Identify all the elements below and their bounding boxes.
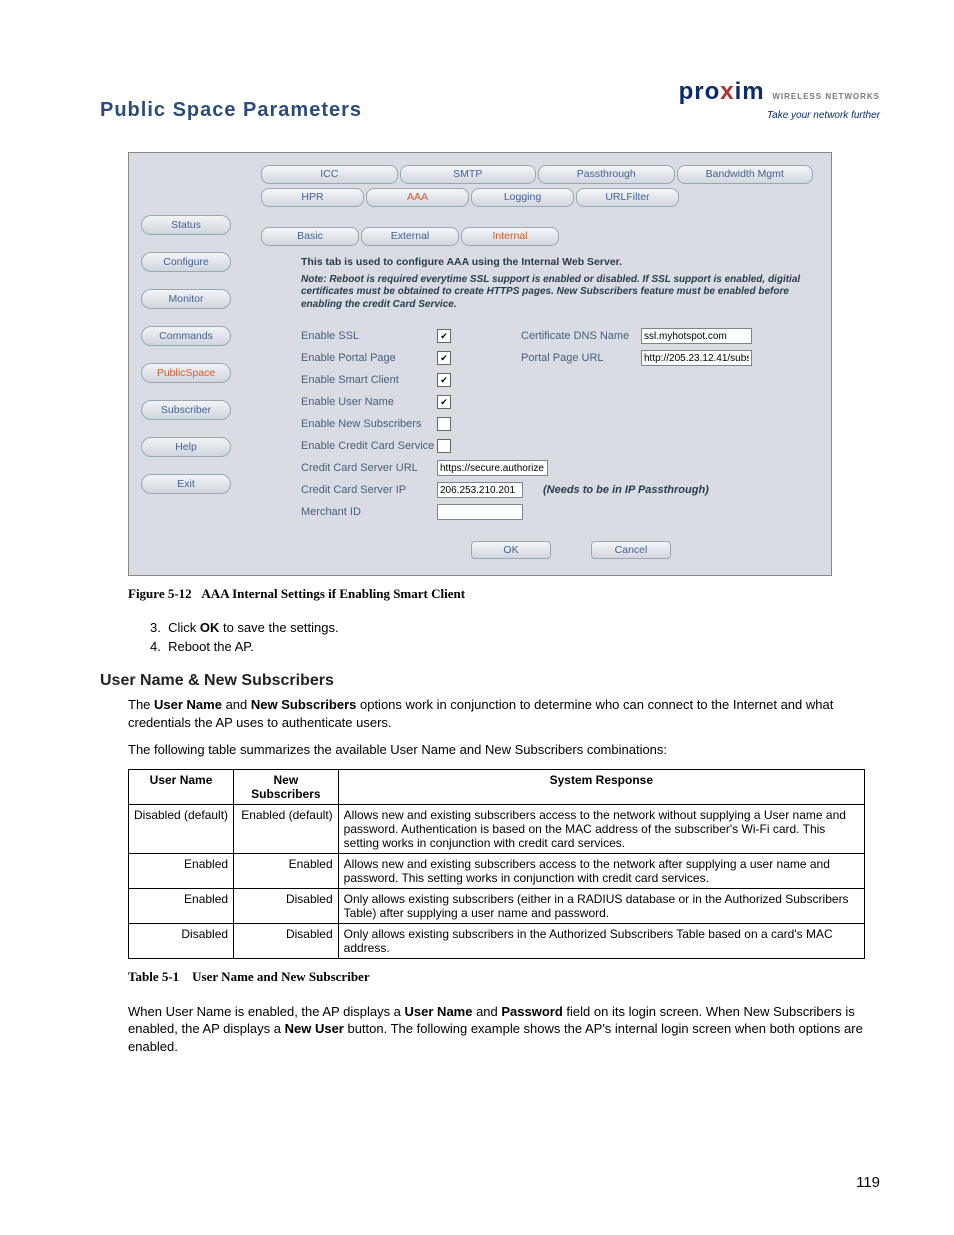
- tab-warning: Note: Reboot is required everytime SSL s…: [301, 274, 815, 312]
- para-2: The following table summarizes the avail…: [128, 741, 880, 759]
- tab-urlfilter[interactable]: URLFilter: [576, 188, 679, 207]
- table-row: DisabledDisabledOnly allows existing sub…: [129, 923, 865, 958]
- page-number: 119: [856, 1174, 880, 1191]
- tab-icc[interactable]: ICC: [261, 165, 398, 184]
- tab-bandwidth-mgmt[interactable]: Bandwidth Mgmt: [677, 165, 814, 184]
- nav-subscriber[interactable]: Subscriber: [141, 400, 231, 420]
- tab-hpr[interactable]: HPR: [261, 188, 364, 207]
- checkbox-enable-ssl[interactable]: ✔: [437, 329, 451, 343]
- step-list: 3. Click OK to save the settings. 4. Reb…: [150, 620, 880, 654]
- tab-passthrough[interactable]: Passthrough: [538, 165, 675, 184]
- section-heading: User Name & New Subscribers: [100, 672, 880, 690]
- tab-intro: This tab is used to configure AAA using …: [301, 256, 815, 268]
- cc-url-input[interactable]: [437, 460, 548, 476]
- checkbox-enable-user-name[interactable]: ✔: [437, 395, 451, 409]
- checkbox-enable-new-subscribers[interactable]: [437, 417, 451, 431]
- tab-internal[interactable]: Internal: [461, 227, 559, 246]
- brand-logo: proxim WIRELESS NETWORKS Take your netwo…: [679, 78, 880, 122]
- label-enable-new-subscribers: Enable New Subscribers: [301, 418, 437, 430]
- th-new-subscribers: New Subscribers: [234, 769, 339, 804]
- cc-ip-note: (Needs to be in IP Passthrough): [543, 484, 709, 496]
- label-enable-smart-client: Enable Smart Client: [301, 374, 437, 386]
- tab-external[interactable]: External: [361, 227, 459, 246]
- th-system-response: System Response: [338, 769, 864, 804]
- ok-button[interactable]: OK: [471, 541, 551, 559]
- cancel-button[interactable]: Cancel: [591, 541, 671, 559]
- nav-configure[interactable]: Configure: [141, 252, 231, 272]
- para-1: The User Name and New Subscribers option…: [128, 696, 880, 731]
- nav-monitor[interactable]: Monitor: [141, 289, 231, 309]
- label-enable-portal-page: Enable Portal Page: [301, 352, 437, 364]
- input-portal-page-url[interactable]: [641, 350, 752, 366]
- nav-status[interactable]: Status: [141, 215, 231, 235]
- nav-publicspace[interactable]: PublicSpace: [141, 363, 231, 383]
- tab-smtp[interactable]: SMTP: [400, 165, 537, 184]
- label-portal-page-url: Portal Page URL: [521, 352, 641, 364]
- nav-exit[interactable]: Exit: [141, 474, 231, 494]
- checkbox-enable-smart-client[interactable]: ✔: [437, 373, 451, 387]
- combinations-table: User NameNew SubscribersSystem Response …: [128, 769, 865, 959]
- config-screenshot: Status Configure Monitor Commands PublicSpac…: [128, 152, 832, 577]
- label-enable-ssl: Enable SSL: [301, 330, 437, 342]
- tab-logging[interactable]: Logging: [471, 188, 574, 207]
- table-row: EnabledDisabledOnly allows existing subs…: [129, 888, 865, 923]
- th-user-name: User Name: [129, 769, 234, 804]
- nav-commands[interactable]: Commands: [141, 326, 231, 346]
- cc-ip-input[interactable]: [437, 482, 523, 498]
- para-3: When User Name is enabled, the AP displa…: [128, 1003, 880, 1056]
- merchant-label: Merchant ID: [301, 506, 437, 518]
- page-title: Public Space Parameters: [100, 99, 362, 122]
- cc-url-label: Credit Card Server URL: [301, 462, 437, 474]
- figure-caption: Figure 5-12 AAA Internal Settings if Ena…: [128, 586, 880, 602]
- input-certificate-dns-name[interactable]: [641, 328, 752, 344]
- table-row: EnabledEnabledAllows new and existing su…: [129, 853, 865, 888]
- label-certificate-dns-name: Certificate DNS Name: [521, 330, 641, 342]
- tab-basic[interactable]: Basic: [261, 227, 359, 246]
- checkbox-enable-credit-card-service[interactable]: [437, 439, 451, 453]
- page-header: Public Space Parameters proxim WIRELESS …: [100, 78, 880, 122]
- tab-aaa[interactable]: AAA: [366, 188, 469, 207]
- label-enable-user-name: Enable User Name: [301, 396, 437, 408]
- nav-help[interactable]: Help: [141, 437, 231, 457]
- cc-ip-label: Credit Card Server IP: [301, 484, 437, 496]
- table-caption: Table 5-1 User Name and New Subscriber: [128, 969, 880, 985]
- checkbox-enable-portal-page[interactable]: ✔: [437, 351, 451, 365]
- merchant-input[interactable]: [437, 504, 523, 520]
- table-row: Disabled (default)Enabled (default)Allow…: [129, 804, 865, 853]
- label-enable-credit-card-service: Enable Credit Card Service: [301, 440, 437, 452]
